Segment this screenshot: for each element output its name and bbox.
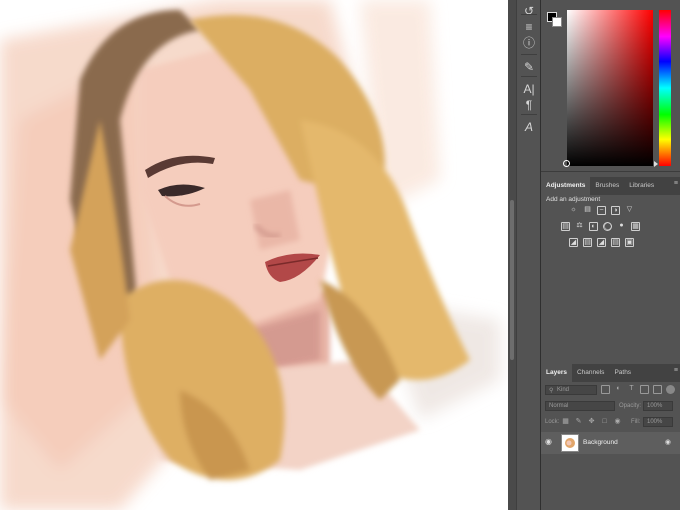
visibility-eye-icon[interactable]: ◉ [545,438,553,446]
scrollbar-thumb[interactable] [510,200,514,360]
adjustment-icons-row-2: ▤ ⚖ ◐ ◯ ● ▦ [561,222,640,231]
pixel-filter-icon[interactable] [601,385,610,394]
layer-filter-select[interactable]: ⚲ Kind [545,385,597,395]
layers-tab-bar: Layers Channels Paths ≡ [541,364,680,382]
adjustment-icons-row-3: ◢ ▤ ◢ ▤ ▣ [569,238,634,247]
shape-filter-icon[interactable] [640,385,649,394]
gradient-map-icon[interactable]: ▤ [611,238,620,247]
black-white-icon[interactable]: ◐ [589,222,598,231]
painting-artwork [0,0,500,510]
layer-name: Background [583,439,618,446]
filter-toggle-icon[interactable] [666,385,675,394]
document-canvas[interactable] [0,0,508,510]
saturation-brightness-field[interactable] [567,10,653,166]
lock-image-icon[interactable]: ✎ [574,418,583,427]
layer-row-background[interactable]: ◉ Background ◉ [541,432,680,454]
info-icon[interactable]: ⓘ [520,34,538,52]
type-filter-icon[interactable]: T [627,385,636,394]
fill-field[interactable]: 100% [643,417,673,427]
channel-mixer-icon[interactable]: ● [617,222,626,231]
posterize-icon[interactable]: ▤ [583,238,592,247]
canvas-vertical-scrollbar[interactable] [508,0,516,510]
color-lookup-icon[interactable]: ▦ [631,222,640,231]
lock-label: Lock: [545,419,560,425]
strip-divider [521,114,537,115]
brightness-contrast-icon[interactable]: ☼ [569,206,578,215]
panel-icon-strip: ↺ ≡ ⓘ ✎ A| ¶ A [516,0,540,510]
hue-slider[interactable] [659,10,671,166]
color-picker-marker[interactable] [563,160,570,167]
blend-mode-value: Normal [549,403,569,409]
selective-color-icon[interactable]: ▣ [625,238,634,247]
panel-menu-icon[interactable]: ≡ [674,180,678,187]
hue-saturation-icon[interactable]: ▤ [561,222,570,231]
glyphs-icon[interactable]: A [520,118,538,136]
tab-libraries[interactable]: Libraries [624,177,659,195]
lock-position-icon[interactable]: ✥ [587,418,596,427]
opacity-field[interactable]: 100% [643,401,673,411]
adjustment-icons-row-1: ☼ ▤ ~ ◑ ▽ [569,206,634,215]
opacity-value: 100% [647,403,663,409]
color-balance-icon[interactable]: ⚖ [575,222,584,231]
layer-lock-icon: ◉ [664,439,671,446]
brush-icon[interactable]: ✎ [520,58,538,76]
strip-divider [521,76,537,77]
threshold-icon[interactable]: ◢ [597,238,606,247]
layers-panel-menu-icon[interactable]: ≡ [674,367,678,374]
paragraph-icon[interactable]: ¶ [520,96,538,114]
search-icon: ⚲ [549,388,554,394]
lock-transparent-icon[interactable]: ▦ [561,418,570,427]
blend-mode-select[interactable]: Normal [545,401,615,411]
strip-divider [521,54,537,55]
color-panel [541,0,680,172]
layer-thumbnail [561,434,579,452]
levels-icon[interactable]: ▤ [583,206,592,215]
adjustment-filter-icon[interactable]: ◐ [614,385,623,394]
filter-kind-label: Kind [557,387,570,393]
layer-filter-icons: ◐ T [601,385,675,394]
tab-channels[interactable]: Channels [572,364,609,382]
strip-divider [521,14,537,15]
exposure-icon[interactable]: ◑ [611,206,620,215]
photo-filter-icon[interactable]: ◯ [603,222,612,231]
lock-artboard-icon[interactable]: □ [600,418,609,427]
tab-brushes[interactable]: Brushes [590,177,624,195]
tab-adjustments[interactable]: Adjustments [541,177,591,195]
add-adjustment-label: Add an adjustment [546,196,601,203]
invert-icon[interactable]: ◢ [569,238,578,247]
tab-paths[interactable]: Paths [609,364,636,382]
vibrance-icon[interactable]: ▽ [625,206,634,215]
lock-icons: ▦ ✎ ✥ □ ◉ [561,418,622,427]
smart-object-filter-icon[interactable] [653,385,662,394]
fill-label: Fill: [631,419,641,425]
curves-icon[interactable]: ~ [597,206,606,215]
lock-all-icon[interactable]: ◉ [613,418,622,427]
opacity-label: Opacity: [619,403,642,409]
hue-slider-handle[interactable] [654,161,658,167]
background-color-swatch[interactable] [552,17,562,27]
adjustments-tab-bar: Adjustments Brushes Libraries ≡ [541,177,680,195]
tab-layers[interactable]: Layers [541,364,572,382]
fill-value: 100% [647,419,663,425]
right-panel-dock: Adjustments Brushes Libraries ≡ Add an a… [540,0,680,510]
